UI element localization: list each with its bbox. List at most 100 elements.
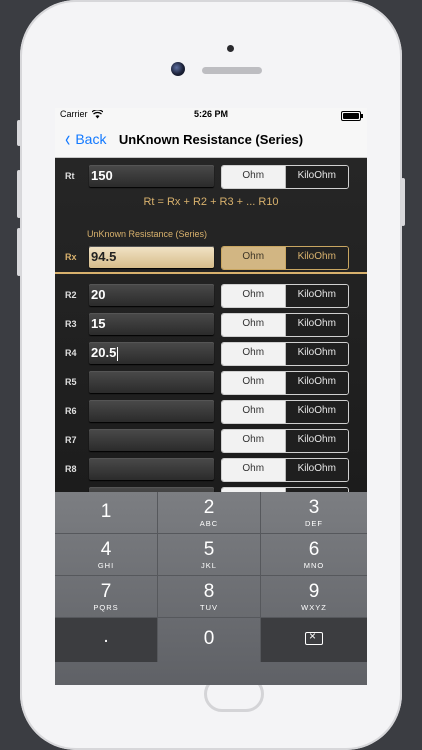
key-1[interactable]: 1: [55, 492, 158, 534]
key-letters: GHI: [97, 561, 115, 570]
rx-ohm-option[interactable]: Ohm: [222, 247, 286, 269]
battery-icon: [341, 111, 363, 121]
rx-kiloohm-option[interactable]: KiloOhm: [285, 247, 348, 269]
key-9[interactable]: 9 WXYZ: [261, 576, 367, 618]
power-button: [401, 178, 405, 226]
key-digit: 5: [203, 539, 215, 560]
resistor-label: R4: [65, 348, 77, 358]
key-letters: WXYZ: [301, 603, 327, 612]
r4-ohm-option[interactable]: Ohm: [222, 343, 286, 365]
rt-label: Rt: [65, 171, 75, 181]
r2-kiloohm-option[interactable]: KiloOhm: [285, 285, 348, 307]
r4-kiloohm-option[interactable]: KiloOhm: [285, 343, 348, 365]
rt-row: Rt 150 Ohm KiloOhm: [55, 165, 367, 189]
key-digit: .: [103, 626, 109, 647]
resistor-input-r4[interactable]: 20.5: [89, 342, 214, 364]
key-4[interactable]: 4 GHI: [55, 534, 158, 576]
rt-kiloohm-option[interactable]: KiloOhm: [285, 166, 348, 188]
status-time: 5:26 PM: [193, 109, 228, 119]
backspace-icon: [305, 629, 323, 645]
proximity-sensor: [227, 45, 234, 52]
key-7[interactable]: 7 PQRS: [55, 576, 158, 618]
resistor-row-r3: R3 15 Ohm KiloOhm: [55, 313, 367, 337]
key-digit: 6: [308, 539, 320, 560]
r4-unit-selector: Ohm KiloOhm: [221, 342, 349, 366]
resistor-input-r8[interactable]: [89, 458, 214, 480]
rt-ohm-option[interactable]: Ohm: [222, 166, 286, 188]
r7-kiloohm-option[interactable]: KiloOhm: [285, 430, 348, 452]
key-decimal[interactable]: .: [55, 618, 158, 662]
key-delete[interactable]: [261, 618, 367, 662]
key-digit: 2: [203, 497, 215, 518]
volume-down-button: [17, 228, 21, 276]
resistor-row-r4: R4 20.5 Ohm KiloOhm: [55, 342, 367, 366]
r5-ohm-option[interactable]: Ohm: [222, 372, 286, 394]
key-letters: MNO: [303, 561, 325, 570]
divider: [55, 272, 367, 274]
resistor-row-r2: R2 20 Ohm KiloOhm: [55, 284, 367, 308]
r3-unit-selector: Ohm KiloOhm: [221, 313, 349, 337]
key-letters: ABC: [199, 519, 219, 528]
key-0[interactable]: 0: [158, 618, 261, 662]
key-digit: 1: [100, 501, 112, 522]
rx-result-field[interactable]: 94.5: [89, 246, 214, 268]
earpiece-speaker: [202, 67, 262, 74]
r3-ohm-option[interactable]: Ohm: [222, 314, 286, 336]
key-letters: JKL: [201, 561, 217, 570]
rx-row: Rx 94.5 Ohm KiloOhm: [55, 246, 367, 270]
text-cursor: [117, 346, 119, 361]
numeric-keypad: 1 2 ABC 3 DEF 4 GHI 5 JKL 6 MNO 7 PQRS 8…: [55, 492, 367, 685]
key-digit: 3: [308, 497, 320, 518]
resistor-row-r6: R6 Ohm KiloOhm: [55, 400, 367, 424]
status-bar: Carrier 5:26 PM: [55, 108, 367, 122]
key-digit: 9: [308, 581, 320, 602]
key-letters: PQRS: [93, 603, 119, 612]
rt-input[interactable]: 150: [89, 165, 214, 187]
r6-kiloohm-option[interactable]: KiloOhm: [285, 401, 348, 423]
navigation-bar: ‹ Back UnKnown Resistance (Series): [55, 122, 367, 158]
rx-unit-selector: Ohm KiloOhm: [221, 246, 349, 270]
resistor-label: R7: [65, 435, 77, 445]
r2-unit-selector: Ohm KiloOhm: [221, 284, 349, 308]
r8-ohm-option[interactable]: Ohm: [222, 459, 286, 481]
r7-ohm-option[interactable]: Ohm: [222, 430, 286, 452]
resistor-label: R5: [65, 377, 77, 387]
resistor-input-r2[interactable]: 20: [89, 284, 214, 306]
resistor-label: R3: [65, 319, 77, 329]
r5-kiloohm-option[interactable]: KiloOhm: [285, 372, 348, 394]
resistor-input-r3[interactable]: 15: [89, 313, 214, 335]
key-2[interactable]: 2 ABC: [158, 492, 261, 534]
key-letters: DEF: [305, 519, 323, 528]
r2-ohm-option[interactable]: Ohm: [222, 285, 286, 307]
volume-up-button: [17, 170, 21, 218]
key-digit: 0: [203, 628, 215, 649]
key-8[interactable]: 8 TUV: [158, 576, 261, 618]
resistor-label: R8: [65, 464, 77, 474]
r3-kiloohm-option[interactable]: KiloOhm: [285, 314, 348, 336]
key-digit: 8: [203, 581, 215, 602]
r8-unit-selector: Ohm KiloOhm: [221, 458, 349, 482]
key-6[interactable]: 6 MNO: [261, 534, 367, 576]
form-area: Rt 150 Ohm KiloOhm Rt = Rx + R2 + R3 + .…: [55, 158, 367, 511]
resistor-input-r6[interactable]: [89, 400, 214, 422]
mute-switch: [17, 120, 21, 146]
resistor-input-r7[interactable]: [89, 429, 214, 451]
resistor-label: R6: [65, 406, 77, 416]
rt-unit-selector: Ohm KiloOhm: [221, 165, 349, 189]
r6-unit-selector: Ohm KiloOhm: [221, 400, 349, 424]
r6-ohm-option[interactable]: Ohm: [222, 401, 286, 423]
resistor-label: R2: [65, 290, 77, 300]
key-digit: 4: [100, 539, 112, 560]
key-letters: TUV: [200, 603, 218, 612]
r7-unit-selector: Ohm KiloOhm: [221, 429, 349, 453]
resistor-row-r8: R8 Ohm KiloOhm: [55, 458, 367, 482]
r4-value: 20.5: [91, 345, 117, 360]
resistor-row-r5: R5 Ohm KiloOhm: [55, 371, 367, 395]
key-3[interactable]: 3 DEF: [261, 492, 367, 534]
series-formula: Rt = Rx + R2 + R3 + ... R10: [143, 196, 279, 208]
r8-kiloohm-option[interactable]: KiloOhm: [285, 459, 348, 481]
rx-label: Rx: [65, 252, 77, 262]
app-screen: Carrier 5:26 PM ‹ Back UnKnown Resistanc…: [55, 108, 367, 685]
key-5[interactable]: 5 JKL: [158, 534, 261, 576]
resistor-input-r5[interactable]: [89, 371, 214, 393]
